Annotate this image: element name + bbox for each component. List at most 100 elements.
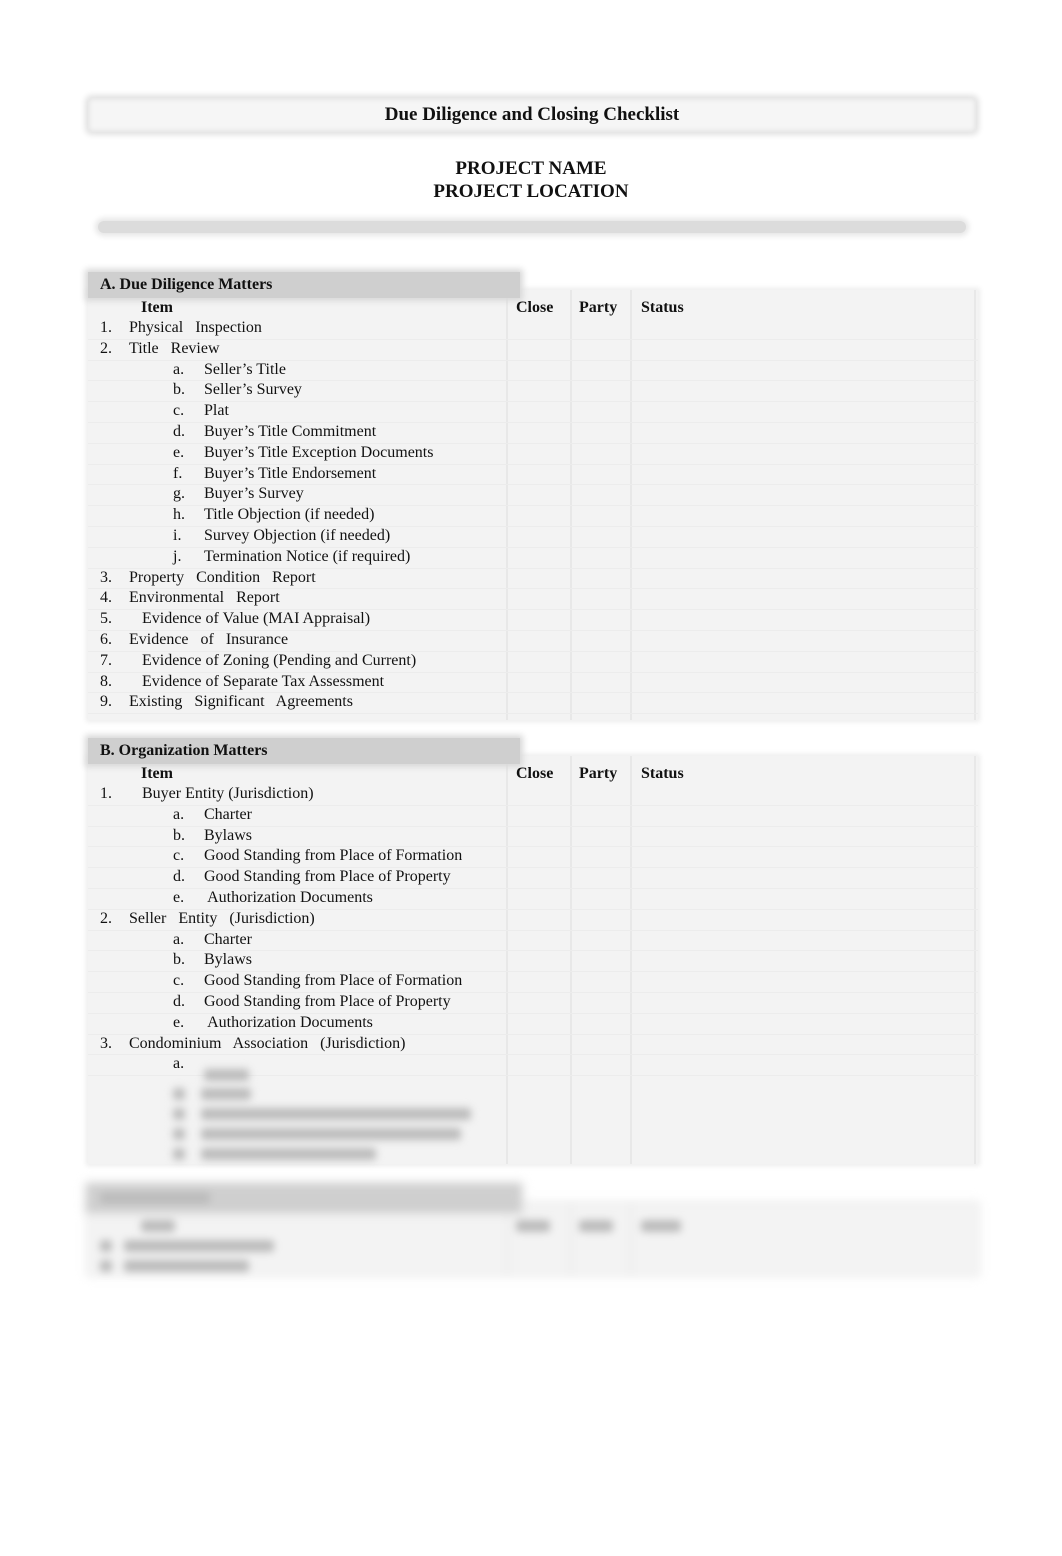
project-location: PROJECT LOCATION [433,181,629,202]
table-row: b. Seller’s Survey [88,380,978,403]
column-header-party: Party [579,765,618,782]
item-label: Buyer’s Title Exception Documents [204,443,434,461]
item-number: e. [173,1013,185,1031]
column-header-item [141,1217,175,1235]
item-number: c. [173,847,185,865]
table-row: d. Good Standing from Place of Property [88,992,978,1014]
section-a: A. Due Diligence Matters Item Close Part… [88,272,978,722]
item-number: j. [173,547,182,565]
item-label: Good Standing from Place of Property [204,993,451,1010]
table-row: 2. Seller Entity (Jurisdiction) [88,909,978,931]
table-row: i. Survey Objection (if needed) [88,526,978,548]
item-label: Buyer’s Title Endorsement [204,464,377,482]
table-row: 5. Evidence of Value (MAI Appraisal) [88,609,978,631]
item-label: Evidence of Value (MAI Appraisal) [142,610,371,628]
table-row: c. Plat [88,401,978,423]
item-number: 2. [100,909,112,927]
item-number: g. [173,485,185,503]
item-label: Condominium Association (Jurisdiction) [129,1034,406,1052]
section-c-redacted [88,1185,978,1285]
item-number: 7. [100,651,112,669]
item-number: a. [173,360,185,378]
item-label: Buyer’s Title Commitment [204,423,377,440]
column-header-close [516,1217,550,1235]
table-row: f. Buyer’s Title Endorsement [88,464,978,486]
column-header-close: Close [516,765,554,782]
redacted-subitem-a-label [204,1066,249,1084]
list-item [100,1257,249,1275]
table-row: 1. Physical Inspection [88,318,978,340]
item-number: 6. [100,631,112,648]
project-name: PROJECT NAME [455,158,607,179]
column-header-item: Item [141,299,173,316]
item-number: c. [173,972,185,990]
table-row: e. Authorization Documents [88,1013,978,1035]
table-row: j. Termination Notice (if required) [88,547,978,569]
item-number: b. [173,381,185,399]
item-number: a. [173,805,185,823]
item-label: Buyer’s Survey [204,485,304,503]
table-row: 7. Evidence of Zoning (Pending and Curren… [88,651,978,673]
item-number: 9. [100,693,112,711]
item-number: 1. [100,785,112,802]
table-row: e. Authorization Documents [88,888,978,910]
item-number: a. [173,1055,185,1073]
table-row: g. Buyer’s Survey [88,484,978,507]
redacted-subitems [173,1085,493,1165]
table-row: 3. Condominium Association (Jurisdiction) [88,1034,978,1056]
item-label: Evidence of Separate Tax Assessment [142,672,385,690]
column-header-party [579,1217,613,1235]
item-label: Bylaws [204,951,252,969]
item-label: Buyer Entity (Jurisdiction) [142,785,314,802]
column-header-item: Item [141,765,173,782]
column-divider [570,1203,572,1275]
item-label: Charter [204,930,252,948]
item-number: h. [173,506,185,524]
item-number: f. [173,464,183,482]
table-row: 2. Title Review [88,339,978,361]
item-label: Authorization Documents [204,889,373,906]
item-label: Plat [204,402,229,420]
item-label: Seller’s Title [204,360,286,378]
item-label: Environmental Report [129,589,280,607]
column-divider [506,1203,508,1275]
item-number: c. [173,402,185,420]
item-label: Physical Inspection [129,319,262,336]
item-number: 2. [100,339,112,357]
table-row: 4. Environmental Report [88,588,978,611]
table-row: e. Buyer’s Title Exception Documents [88,443,978,465]
item-number: 4. [100,589,112,607]
item-number: 8. [100,672,112,690]
item-label: Authorization Documents [204,1013,373,1031]
table-row: a. Charter [88,805,978,827]
table-row: 1. Buyer Entity (Jurisdiction) [88,784,978,806]
item-label: Bylaws [204,826,252,844]
item-number: b. [173,826,185,844]
table-row: c. Good Standing from Place of Formation [88,846,978,869]
item-label: Title Objection (if needed) [204,506,375,524]
table-row: 3. Property Condition Report [88,568,978,590]
item-label: Evidence of Zoning (Pending and Current) [142,651,417,669]
item-label: Evidence of Insurance [129,631,289,648]
item-number: 3. [100,1034,112,1052]
item-label: Survey Objection (if needed) [204,527,391,544]
list-item [100,1237,274,1255]
table-row: d. Buyer’s Title Commitment [88,422,978,444]
item-number: d. [173,993,185,1010]
section-b: B. Organization Matters Item Close Party… [88,738,978,1168]
item-label: Existing Significant Agreements [129,693,353,711]
table-row: b. Bylaws [88,950,978,973]
section-a-heading: A. Due Diligence Matters [88,272,520,298]
column-header-status: Status [641,299,684,316]
table-row: c. Good Standing from Place of Formation [88,971,978,993]
item-number: e. [173,443,185,461]
table-row: h. Title Objection (if needed) [88,505,978,527]
item-number: i. [173,527,182,544]
item-number: 5. [100,610,112,628]
item-label: Good Standing from Place of Formation [204,847,463,865]
item-number: 3. [100,568,112,586]
item-number: b. [173,951,185,969]
item-label: Seller Entity (Jurisdiction) [129,909,315,927]
table-row: a. Seller’s Title [88,360,978,382]
document-title: Due Diligence and Closing Checklist [88,98,976,132]
